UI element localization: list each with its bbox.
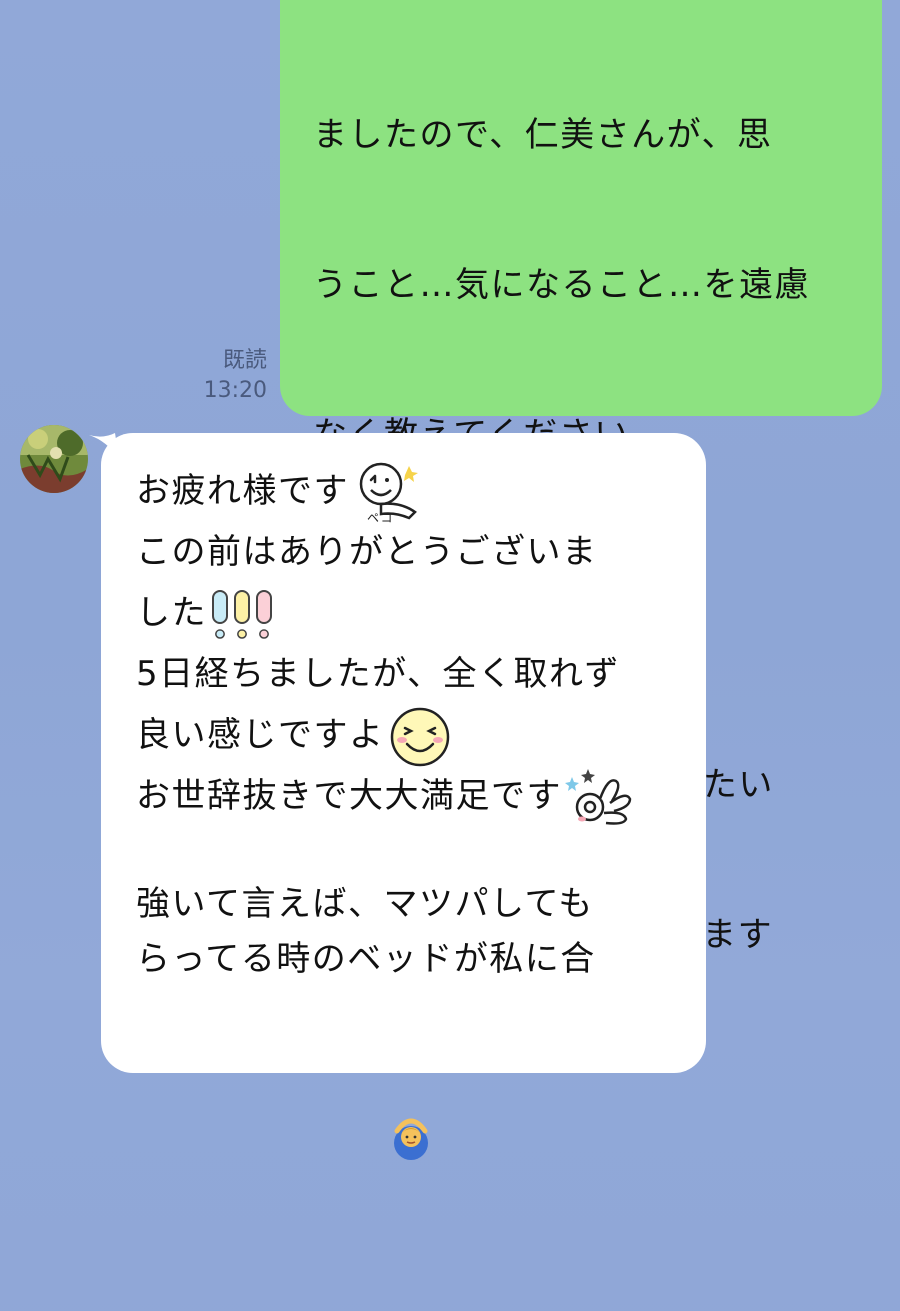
message-line: お世辞抜きで大大満足です	[136, 776, 562, 816]
message-line: 5日経ちましたが、全く取れず	[136, 654, 620, 694]
outgoing-message-bubble[interactable]: ましたので、仁美さんが、思 うこと…気になること…を遠慮 なく教えてください。 …	[280, 0, 882, 1160]
message-line: 強いて言えば、マツパしても	[136, 884, 594, 924]
message-line: らってる時のベッドが私に合	[136, 939, 596, 979]
nature-photo-avatar	[20, 425, 88, 493]
message-line: 良い感じですよ	[136, 715, 385, 755]
grinning-face-sticker	[390, 707, 449, 766]
ok-hand-sticker	[565, 768, 632, 825]
message-meta: 既読 13:20	[204, 346, 267, 406]
message-line: お疲れ様です	[136, 471, 349, 511]
person-gesturing-ok-emoji	[393, 1118, 428, 1160]
avatar[interactable]	[20, 425, 88, 493]
incoming-message-bubble[interactable]: お疲れ様です ペコ この前はありがとうございま した 5日経ちましたが、全く取れ…	[89, 433, 706, 1073]
message-time: 13:20	[203, 378, 267, 403]
exclamation-marks-sticker	[212, 589, 272, 639]
bowing-smiley-sticker: ペコ	[359, 462, 418, 524]
read-receipt: 既読	[222, 348, 267, 373]
message-line: うこと…気になること…を遠慮	[313, 265, 810, 305]
bubble-tail	[89, 433, 119, 459]
message-line: した	[136, 593, 207, 633]
message-line: この前はありがとうございま	[136, 532, 598, 572]
message-line: ましたので、仁美さんが、思	[313, 115, 773, 155]
